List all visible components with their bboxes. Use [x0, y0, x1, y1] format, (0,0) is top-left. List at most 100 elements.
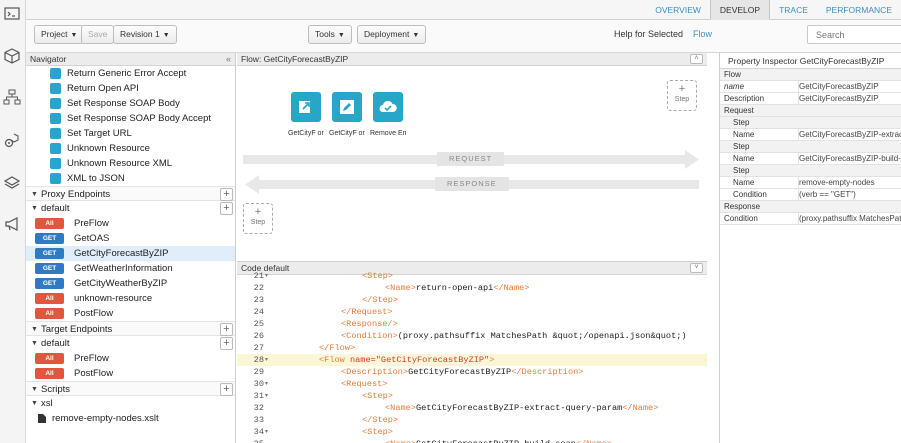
property-value[interactable]: GetCityForecastByZIP: [798, 81, 879, 92]
policy-item[interactable]: XML to JSON: [26, 171, 235, 186]
flow-title: Flow: GetCityForecastByZIP: [241, 54, 349, 64]
flow-item[interactable]: GET GetCityWeatherByZIP: [26, 276, 235, 291]
xsl-transform-step[interactable]: [373, 92, 403, 122]
network-icon[interactable]: [3, 88, 21, 106]
policy-item[interactable]: Unknown Resource XML: [26, 156, 235, 171]
script-file-row[interactable]: remove-empty-nodes.xslt: [26, 411, 235, 426]
add-script-button[interactable]: +: [220, 383, 233, 396]
fold-arrow-icon[interactable]: ▾: [265, 354, 268, 366]
fold-arrow-icon[interactable]: ▾: [265, 378, 268, 390]
add-request-step-button[interactable]: + Step: [667, 80, 697, 111]
add-flow-button[interactable]: +: [220, 337, 233, 350]
tab-performance[interactable]: PERFORMANCE: [817, 0, 901, 20]
response-label: RESPONSE: [435, 177, 509, 191]
gear-cube-icon[interactable]: [3, 131, 21, 149]
layers-icon[interactable]: [3, 174, 21, 192]
target-default-row[interactable]: ▼ default +: [26, 336, 235, 351]
inspector-row[interactable]: Condition (proxy.pathsuffix MatchesPath "…: [720, 213, 901, 225]
property-value[interactable]: remove-empty-nodes: [798, 177, 875, 188]
property-value[interactable]: (verb == "GET"): [798, 189, 856, 200]
fold-arrow-icon[interactable]: ▾: [265, 426, 268, 438]
deployment-menu-button[interactable]: Deployment ▼: [357, 25, 427, 44]
code-line: 22 <Name>return-open-api</Name>: [237, 282, 707, 294]
code-line: 23 </Step>: [237, 294, 707, 306]
inspector-row[interactable]: Step: [720, 141, 901, 153]
inspector-row[interactable]: name GetCityForecastByZIP: [720, 81, 901, 93]
add-response-step-button[interactable]: + Step: [243, 203, 273, 234]
proxy-endpoints-section[interactable]: ▼ Proxy Endpoints +: [26, 186, 235, 201]
inspector-row[interactable]: Step: [720, 165, 901, 177]
fold-arrow-icon[interactable]: ▾: [265, 390, 268, 402]
inspector-row[interactable]: Name GetCityForecastByZIP-build-soap: [720, 153, 901, 165]
flow-label: PreFlow: [74, 218, 109, 229]
code-text: <Step>: [362, 391, 393, 401]
add-target-endpoint-button[interactable]: +: [220, 323, 233, 336]
proxy-default-row[interactable]: ▼ default +: [26, 201, 235, 216]
code-line: 24 </Request>: [237, 306, 707, 318]
inspector-row[interactable]: Name remove-empty-nodes: [720, 177, 901, 189]
proxy-endpoints-label: Proxy Endpoints: [41, 189, 111, 200]
inspector-row[interactable]: Description GetCityForecastByZIP: [720, 93, 901, 105]
policy-item[interactable]: Set Response SOAP Body Accept: [26, 111, 235, 126]
flow-item[interactable]: All unknown-resource: [26, 291, 235, 306]
target-endpoints-section[interactable]: ▼ Target Endpoints +: [26, 321, 235, 336]
code-text: <Request>: [341, 379, 388, 389]
flow-item[interactable]: All PreFlow: [26, 351, 235, 366]
flow-item[interactable]: GET GetWeatherInformation: [26, 261, 235, 276]
revision-menu-button[interactable]: Revision 1 ▼: [113, 25, 177, 44]
save-button[interactable]: Save: [81, 25, 115, 44]
policy-item[interactable]: Return Open API: [26, 81, 235, 96]
inspector-row[interactable]: Step: [720, 117, 901, 129]
line-number: 30: [253, 379, 264, 389]
policy-item[interactable]: Set Response SOAP Body: [26, 96, 235, 111]
step-label: GetCityF orecast...: [329, 130, 365, 137]
property-value[interactable]: GetCityForecastByZIP-build-soap: [798, 153, 901, 164]
inspector-row[interactable]: Condition (verb == "GET"): [720, 189, 901, 201]
property-value[interactable]: GetCityForecastByZIP: [798, 93, 879, 104]
add-flow-button[interactable]: +: [220, 202, 233, 215]
tab-trace[interactable]: TRACE: [770, 0, 817, 20]
expand-triangle-icon: ▼: [31, 205, 38, 212]
cube-icon[interactable]: [3, 47, 21, 65]
policy-item[interactable]: Return Generic Error Accept: [26, 66, 235, 81]
add-proxy-endpoint-button[interactable]: +: [220, 188, 233, 201]
collapse-up-icon[interactable]: ˄: [690, 54, 703, 64]
flow-item[interactable]: All PreFlow: [26, 216, 235, 231]
search-input[interactable]: [807, 25, 901, 44]
pencil-icon: [50, 113, 61, 124]
tools-menu-button[interactable]: Tools ▼: [308, 25, 352, 44]
flow-item[interactable]: GET GetCityForecastByZIP: [26, 246, 235, 261]
inspector-row[interactable]: Request: [720, 105, 901, 117]
flow-item[interactable]: GET GetOAS: [26, 231, 235, 246]
assign-message-step[interactable]: [332, 92, 362, 122]
policy-item[interactable]: Set Target URL: [26, 126, 235, 141]
property-value[interactable]: (proxy.pathsuffix MatchesPath "/cityfore…: [798, 213, 901, 224]
method-badge: All: [35, 293, 64, 304]
code-line: 21 ▾ <Step>: [237, 270, 707, 282]
property-key: Request: [724, 106, 754, 115]
help-flow-link[interactable]: Flow: [693, 29, 712, 39]
code-line: 34 ▾ <Step>: [237, 426, 707, 438]
add-step-label: Step: [250, 219, 266, 226]
property-value[interactable]: GetCityForecastByZIP-extract-query-param: [798, 129, 901, 140]
project-menu-button[interactable]: Project ▼: [34, 25, 85, 44]
inspector-row[interactable]: Flow: [720, 69, 901, 81]
extract-variables-step[interactable]: [291, 92, 321, 122]
terminal-icon[interactable]: [3, 5, 21, 23]
collapse-left-icon[interactable]: «: [226, 53, 231, 66]
fold-arrow-icon[interactable]: ▾: [265, 270, 268, 282]
inspector-row[interactable]: Response: [720, 201, 901, 213]
tab-overview[interactable]: OVERVIEW: [646, 0, 710, 20]
scripts-section[interactable]: ▼ Scripts +: [26, 381, 235, 396]
toolbar: Project ▼ Save Revision 1 ▼ Tools ▼ Deploym…: [26, 20, 901, 53]
xsl-folder-row[interactable]: ▼ xsl: [26, 396, 235, 411]
code-text: <Condition>(proxy.pathsuffix MatchesPath…: [341, 331, 687, 341]
inspector-row[interactable]: Name GetCityForecastByZIP-extract-query-p…: [720, 129, 901, 141]
policy-item[interactable]: Unknown Resource: [26, 141, 235, 156]
tab-develop[interactable]: DEVELOP: [709, 0, 771, 20]
megaphone-icon[interactable]: [3, 215, 21, 233]
code-text: <Name>GetCityForecastByZIP-extract-query…: [385, 403, 659, 413]
flow-item[interactable]: All PostFlow: [26, 306, 235, 321]
code-text: <Description>GetCityForecastByZIP</Descr…: [341, 367, 584, 377]
flow-item[interactable]: All PostFlow: [26, 366, 235, 381]
